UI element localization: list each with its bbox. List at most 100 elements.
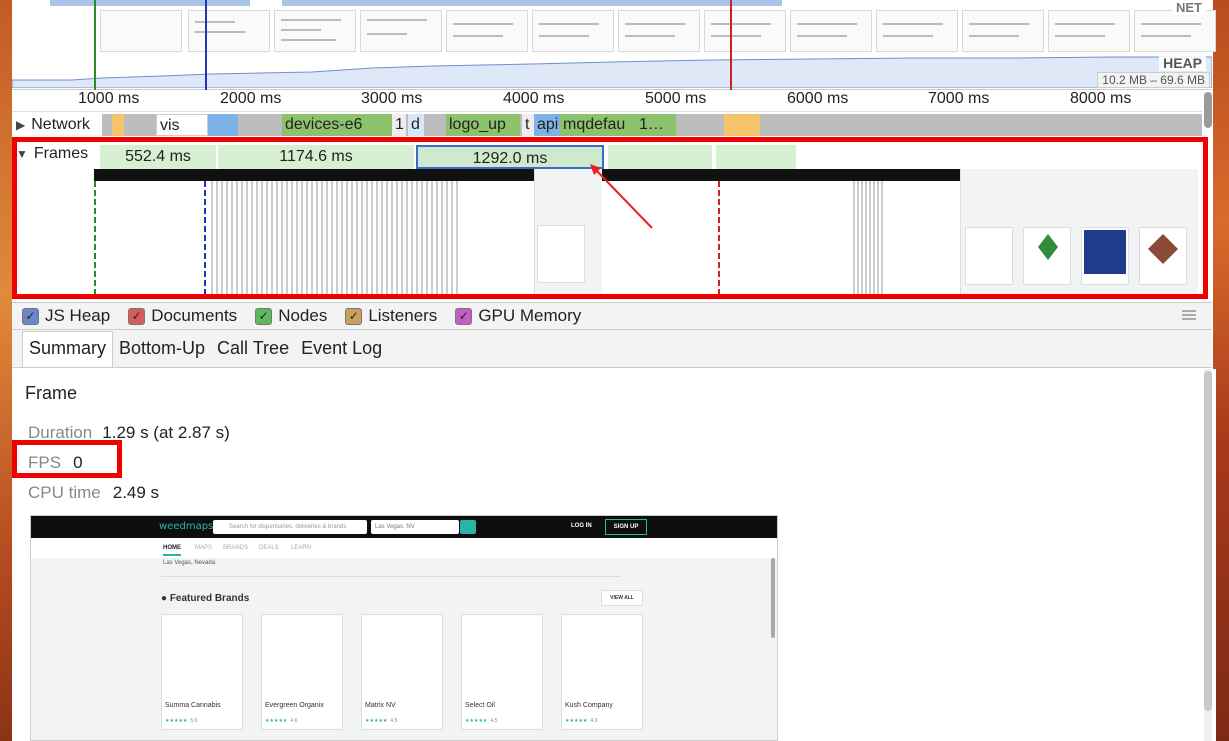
counter-nodes[interactable]: ✓ Nodes <box>255 306 327 326</box>
site-nav-item: LEARN <box>291 545 312 551</box>
brand-name: Kush Company <box>565 702 613 709</box>
network-request[interactable]: mqdefau <box>560 114 636 136</box>
site-brand-card: Kush Company ★★★★★ 4.9 <box>561 614 643 730</box>
network-request[interactable]: vis <box>156 114 208 136</box>
network-request[interactable] <box>208 114 238 136</box>
brand-stars: ★★★★★ 4.5 <box>365 718 398 724</box>
timeline-scrollbar[interactable] <box>1204 92 1212 128</box>
collapse-triangle-icon[interactable]: ▼ <box>16 147 28 161</box>
frame-bar[interactable] <box>716 145 796 169</box>
scrollbar-thumb[interactable] <box>1204 371 1212 711</box>
frame-bar[interactable] <box>608 145 712 169</box>
memory-counters-bar: ✓ JS Heap ✓ Documents ✓ Nodes ✓ Listeners ✓ G… <box>12 302 1212 330</box>
site-scrollbar <box>771 558 775 638</box>
overview-screenshot <box>360 10 442 52</box>
cpu-time-row: CPU time 2.49 s <box>28 483 159 503</box>
ruler-tick: 1000 ms <box>78 90 140 107</box>
overview-screenshot <box>618 10 700 52</box>
brand-rating: 4.9 <box>590 718 598 724</box>
time-ruler: 1000 ms 2000 ms 3000 ms 4000 ms 5000 ms … <box>12 90 1202 112</box>
ruler-tick: 7000 ms <box>928 90 990 107</box>
expand-triangle-icon[interactable]: ▶ <box>16 118 25 132</box>
network-request[interactable]: t <box>522 114 534 136</box>
tab-summary[interactable]: Summary <box>22 331 114 367</box>
overview-bar <box>50 0 250 6</box>
site-nav-item: DEALS <box>259 545 279 551</box>
checkbox-checked-icon[interactable]: ✓ <box>128 307 146 325</box>
brand-rating: 4.5 <box>490 718 498 724</box>
brand-name: Select Oil <box>465 702 495 709</box>
site-city: Las Vegas, Nevada <box>163 560 216 566</box>
network-request[interactable] <box>724 114 760 136</box>
site-brand-card: Select Oil ★★★★★ 4.5 <box>461 614 543 730</box>
overview-screenshot <box>876 10 958 52</box>
counter-js-heap[interactable]: ✓ JS Heap <box>22 306 110 326</box>
cpu-time-label: CPU time <box>28 483 101 502</box>
overview-screenshot <box>1134 10 1216 52</box>
checkbox-checked-icon[interactable]: ✓ <box>255 307 273 325</box>
desktop-background-left <box>0 0 12 741</box>
site-brand-card: Evergreen Organix ★★★★★ 4.6 <box>261 614 343 730</box>
net-label: NET <box>1172 0 1206 15</box>
site-brand-card: Matrix NV ★★★★★ 4.5 <box>361 614 443 730</box>
brand-stars: ★★★★★ 4.5 <box>465 718 498 724</box>
drag-handle-icon[interactable] <box>1182 310 1196 320</box>
network-track-header[interactable]: ▶ Network <box>16 113 100 137</box>
frames-track-header[interactable]: ▼ Frames <box>16 145 88 163</box>
counter-listeners[interactable]: ✓ Listeners <box>345 306 437 326</box>
frame-screenshot: weedmaps Search for dispensaries, delive… <box>30 515 778 741</box>
overview-screenshot <box>704 10 786 52</box>
heap-range: 10.2 MB – 69.6 MB <box>1097 72 1210 88</box>
network-overview-bars <box>12 0 1212 8</box>
tab-bottom-up[interactable]: Bottom-Up <box>113 332 211 367</box>
brand-stars: ★★★★★ 5.0 <box>165 718 198 724</box>
frame-bar[interactable]: 552.4 ms <box>100 145 216 169</box>
cpu-time-value: 2.49 s <box>112 483 160 502</box>
counter-label: JS Heap <box>45 306 111 325</box>
brand-rating: 5.0 <box>190 718 198 724</box>
site-nav-item: BRANDS <box>223 545 249 551</box>
site-signup-button: SIGN UP <box>605 519 647 535</box>
counter-documents[interactable]: ✓ Documents <box>128 306 237 326</box>
heap-label: HEAP <box>1159 55 1206 71</box>
network-request[interactable] <box>112 114 124 136</box>
network-request[interactable]: logo_up <box>446 114 520 136</box>
heap-graph <box>12 56 1212 88</box>
site-search-input: Search for dispensaries, deliveries & br… <box>213 520 367 534</box>
counter-label: GPU Memory <box>478 306 582 325</box>
checkbox-checked-icon[interactable]: ✓ <box>22 307 39 325</box>
network-track[interactable]: vis devices-e6 1 d logo_up t api mqdefau… <box>12 112 1202 138</box>
brand-stars: ★★★★★ 4.6 <box>265 718 298 724</box>
load-marker <box>730 0 732 90</box>
network-request[interactable]: devices-e6 <box>282 114 392 136</box>
counter-label: Nodes <box>278 306 328 325</box>
frame-stripes <box>94 181 883 295</box>
overview-screenshot <box>274 10 356 52</box>
network-request[interactable]: 1… <box>636 114 676 136</box>
network-request[interactable]: 1 <box>392 114 406 136</box>
network-request[interactable]: api <box>534 114 560 136</box>
counter-gpu-memory[interactable]: ✓ GPU Memory <box>455 306 581 326</box>
first-paint-marker <box>205 0 207 90</box>
screenshot-filmstrip-overview <box>12 10 1216 52</box>
counter-label: Documents <box>151 306 238 325</box>
ruler-tick: 2000 ms <box>220 90 282 107</box>
checkbox-checked-icon[interactable]: ✓ <box>345 307 363 325</box>
tab-event-log[interactable]: Event Log <box>295 332 388 367</box>
tab-call-tree[interactable]: Call Tree <box>211 332 295 367</box>
overview-screenshot <box>1048 10 1130 52</box>
ruler-tick: 3000 ms <box>361 90 423 107</box>
site-featured-heading: ● Featured Brands <box>161 593 250 604</box>
summary-scrollbar[interactable] <box>1204 369 1212 741</box>
frames-track[interactable]: ▼ Frames 552.4 ms 1174.6 ms 1292.0 ms <box>12 139 1202 299</box>
network-request[interactable]: d <box>408 114 424 136</box>
frame-bar[interactable]: 1174.6 ms <box>218 145 414 169</box>
brand-name: Summa Cannabis <box>165 702 221 709</box>
brand-name: Evergreen Organix <box>265 702 324 709</box>
site-login-link: LOG IN <box>571 523 592 529</box>
brand-stars: ★★★★★ 4.9 <box>565 718 598 724</box>
timeline-overview[interactable]: NET HEAP 10.2 MB – 69.6 MB <box>12 0 1216 90</box>
checkbox-checked-icon[interactable]: ✓ <box>455 307 473 325</box>
frames-filmstrip <box>94 169 1198 295</box>
frame-bar-selected[interactable]: 1292.0 ms <box>416 145 604 169</box>
